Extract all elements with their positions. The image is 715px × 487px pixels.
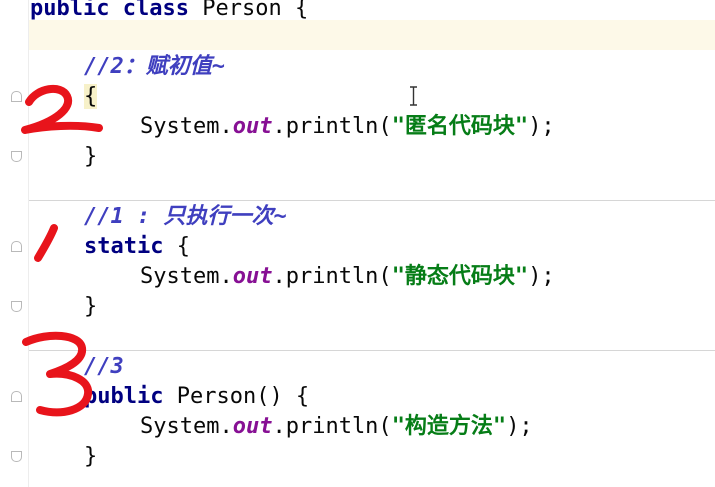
code-token: );: [528, 114, 555, 139]
brace: {: [163, 234, 190, 259]
keyword: static: [84, 234, 164, 259]
code-line-constructor[interactable]: public Person() {: [84, 382, 309, 412]
code-token: .println(: [272, 264, 392, 289]
field-token: out: [232, 114, 273, 139]
text-cursor-icon: [410, 86, 417, 106]
code-token: .println(: [272, 414, 392, 439]
fold-marker-icon[interactable]: [11, 241, 22, 252]
code-token: );: [506, 414, 533, 439]
handwritten-number-2: [21, 84, 103, 134]
code-comment: //2：赋初值~: [84, 54, 225, 79]
handwritten-number-3: [22, 331, 93, 417]
handwritten-number-1: [34, 224, 58, 262]
fold-marker-icon[interactable]: [11, 451, 22, 462]
code-line-println[interactable]: System.out.println("匿名代码块");: [140, 112, 555, 142]
code-editor[interactable]: public class Person { //2：赋初值~ { System.…: [0, 0, 715, 487]
code-line-println[interactable]: System.out.println("静态代码块");: [140, 262, 555, 292]
class-name: Person: [202, 0, 282, 21]
string-literal: "匿名代码块": [391, 114, 529, 139]
keyword: class: [122, 0, 189, 21]
method-separator: [29, 350, 715, 351]
code-token: .println(: [272, 114, 392, 139]
fold-marker-icon[interactable]: [11, 151, 22, 162]
code-comment: //1 : 只执行一次~: [84, 204, 287, 229]
string-literal: "构造方法": [391, 414, 507, 439]
code-token: System.: [140, 414, 233, 439]
field-token: out: [232, 264, 273, 289]
method-separator: [29, 200, 715, 201]
code-token: System.: [140, 264, 233, 289]
string-literal: "静态代码块": [391, 264, 529, 289]
code-line-class-declaration[interactable]: public class Person {: [30, 0, 308, 24]
keyword: public: [30, 0, 110, 21]
current-line-highlight: [29, 20, 715, 50]
code-token: );: [528, 264, 555, 289]
fold-marker-icon[interactable]: [11, 301, 22, 312]
code-line-block-close[interactable]: }: [84, 442, 97, 472]
code-token: System.: [140, 114, 233, 139]
field-token: out: [232, 414, 273, 439]
code-line-println[interactable]: System.out.println("构造方法");: [140, 412, 533, 442]
code-token: Person() {: [163, 384, 310, 409]
code-line-static[interactable]: static {: [84, 232, 190, 262]
brace: {: [294, 0, 309, 21]
code-line-block-close[interactable]: }: [84, 292, 97, 322]
